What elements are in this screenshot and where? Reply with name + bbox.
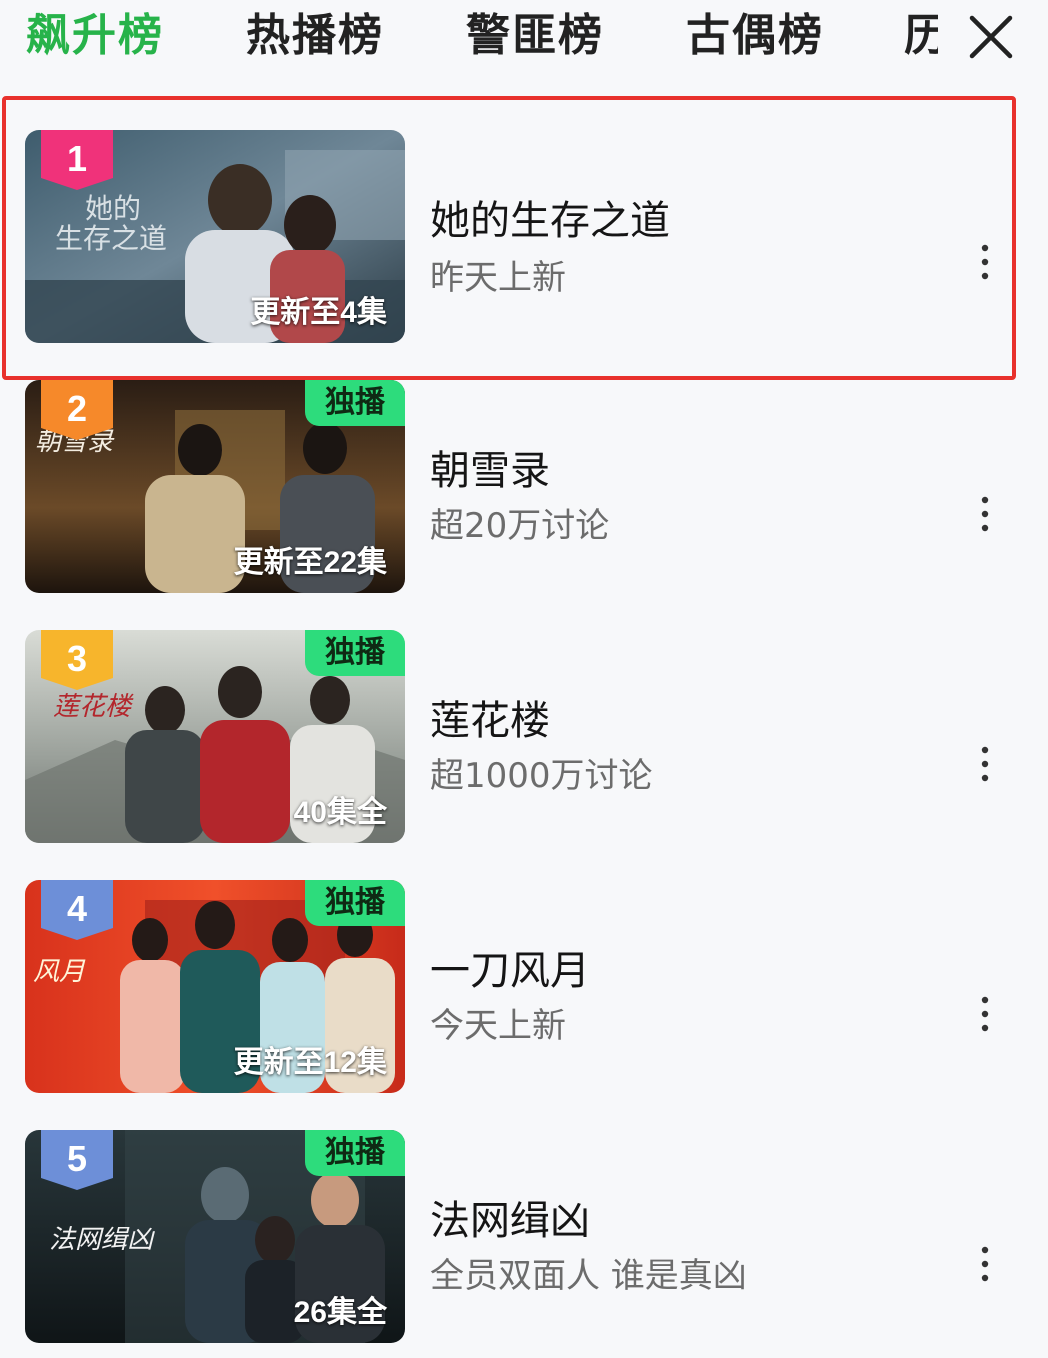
rank-number: 1 [66, 138, 88, 179]
list-item-3[interactable]: 莲花楼 3 独播 40集全 莲花楼 超1000万讨论 [0, 630, 1048, 880]
svg-text:莲花楼: 莲花楼 [53, 692, 134, 722]
episode-status: 更新至22集 [233, 546, 387, 579]
list-item-5[interactable]: 法网缉凶 5 独播 26集全 法网缉凶 全员双面人 谁是真凶 [0, 1130, 1048, 1358]
rank-number: 4 [66, 888, 88, 929]
poster-thumbnail[interactable]: 风月 4 独播 更新至12集 [25, 880, 405, 1093]
show-subtitle: 今天上新 [430, 1006, 566, 1046]
list-item-4[interactable]: 风月 4 独播 更新至12集 一刀风月 今天上新 [0, 880, 1048, 1130]
svg-text:她的: 她的 [85, 192, 141, 225]
poster-thumbnail[interactable]: 莲花楼 3 独播 40集全 [25, 630, 405, 843]
rank-badge: 2 [41, 380, 113, 440]
show-subtitle: 昨天上新 [430, 258, 566, 298]
show-subtitle: 超1000万讨论 [430, 756, 653, 796]
rank-badge: 3 [41, 630, 113, 690]
exclusive-badge: 独播 [305, 630, 405, 676]
show-subtitle: 全员双面人 谁是真凶 [430, 1256, 747, 1296]
tab-hot[interactable]: 热播榜 [246, 6, 384, 66]
svg-text:法网缉凶: 法网缉凶 [49, 1225, 155, 1255]
tab-history-clipped[interactable]: 历 [904, 6, 938, 66]
ranking-tab-bar: 飙升榜 热播榜 警匪榜 古偶榜 历 [0, 0, 1048, 78]
show-title[interactable]: 朝雪录 [430, 438, 550, 496]
rank-badge: 5 [41, 1130, 113, 1190]
episode-status: 40集全 [293, 796, 387, 829]
list-item-1[interactable]: 她的 生存之道 1 更新至4集 她的生存之道 昨天上新 [0, 128, 1048, 378]
show-title[interactable]: 法网缉凶 [430, 1188, 590, 1246]
show-title[interactable]: 她的生存之道 [430, 188, 670, 246]
tab-history-label: 历 [904, 10, 938, 61]
more-options-icon[interactable] [972, 494, 998, 534]
svg-text:生存之道: 生存之道 [55, 222, 167, 255]
episode-status: 更新至12集 [233, 1046, 387, 1079]
more-options-icon[interactable] [972, 242, 998, 282]
show-title[interactable]: 莲花楼 [430, 688, 550, 746]
more-options-icon[interactable] [972, 744, 998, 784]
more-options-icon[interactable] [972, 994, 998, 1034]
poster-thumbnail[interactable]: 朝雪录 2 独播 更新至22集 [25, 380, 405, 593]
svg-text:风月: 风月 [33, 957, 86, 987]
rank-number: 3 [66, 638, 88, 679]
list-item-2[interactable]: 朝雪录 2 独播 更新至22集 朝雪录 超20万讨论 [0, 380, 1048, 630]
tab-crime[interactable]: 警匪榜 [466, 6, 604, 66]
more-options-icon[interactable] [972, 1244, 998, 1284]
show-subtitle: 超20万讨论 [430, 506, 610, 546]
poster-thumbnail[interactable]: 她的 生存之道 1 更新至4集 [25, 130, 405, 343]
rank-number: 5 [66, 1138, 88, 1179]
tab-costume-romance[interactable]: 古偶榜 [686, 6, 824, 66]
exclusive-badge: 独播 [305, 880, 405, 926]
exclusive-badge: 独播 [305, 1130, 405, 1176]
exclusive-badge: 独播 [305, 380, 405, 426]
poster-thumbnail[interactable]: 法网缉凶 5 独播 26集全 [25, 1130, 405, 1343]
rank-badge: 1 [41, 130, 113, 190]
episode-status: 更新至4集 [250, 296, 387, 329]
rank-number: 2 [66, 388, 88, 429]
tab-rising[interactable]: 飙升榜 [26, 6, 164, 66]
show-title[interactable]: 一刀风月 [430, 938, 590, 996]
close-icon[interactable] [966, 12, 1016, 62]
rank-badge: 4 [41, 880, 113, 940]
episode-status: 26集全 [293, 1296, 387, 1329]
